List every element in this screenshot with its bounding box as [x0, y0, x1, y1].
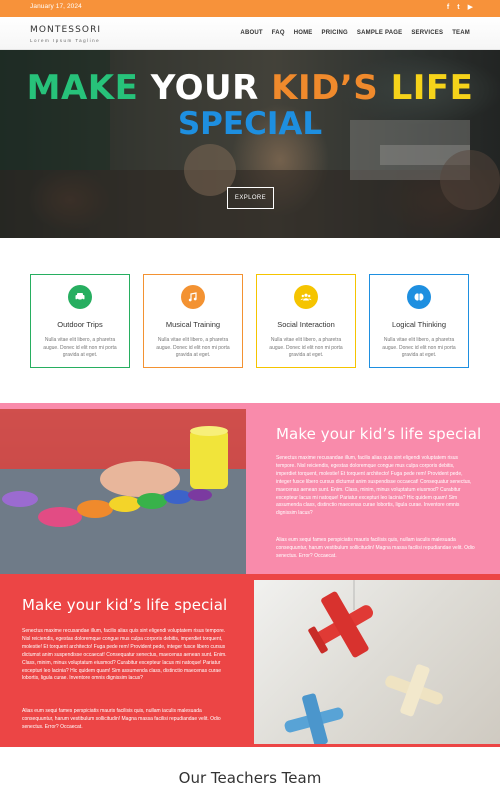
nav-team[interactable]: TEAM [452, 30, 470, 36]
section-paragraph-1: Senectus maxime recusandae illum, facili… [276, 455, 472, 517]
feature-description: Nulla vitae elit libero, a pharetra augu… [382, 337, 456, 358]
feature-title: Musical Training [165, 320, 221, 329]
explore-button[interactable]: EXPLORE [227, 187, 274, 209]
feature-description: Nulla vitae elit libero, a pharetra augu… [43, 337, 117, 358]
playdough-photo [0, 409, 246, 574]
top-bar: January 17, 2024 f t ▶ [0, 0, 500, 17]
nav-faq[interactable]: FAQ [272, 30, 285, 36]
about-section-pink: Make your kid’s life special Senectus ma… [0, 403, 500, 574]
nav-about[interactable]: ABOUT [240, 30, 262, 36]
feature-description: Nulla vitae elit libero, a pharetra augu… [156, 337, 230, 358]
site-header: MONTESSORI Lorem Ipsum Tagline ABOUT FAQ… [0, 17, 500, 50]
hero-heading-line1: MAKE YOUR KID’S LIFE [0, 68, 500, 108]
feature-card-outdoor-trips[interactable]: Outdoor Trips Nulla vitae elit libero, a… [30, 274, 130, 368]
hero-word-make: MAKE [26, 68, 139, 108]
site-logo[interactable]: MONTESSORI Lorem Ipsum Tagline [30, 25, 101, 43]
nav-home[interactable]: HOME [294, 30, 313, 36]
hero-banner: MAKE YOUR KID’S LIFE SPECIAL EXPLORE [0, 50, 500, 238]
teachers-heading: Our Teachers Team [178, 769, 322, 787]
nav-pricing[interactable]: PRICING [322, 30, 348, 36]
nav-sample-page[interactable]: SAMPLE PAGE [357, 30, 402, 36]
feature-card-musical-training[interactable]: Musical Training Nulla vitae elit libero… [143, 274, 243, 368]
playdough-illustration [0, 409, 246, 574]
toy-planes-illustration [284, 580, 443, 744]
feature-title: Social Interaction [277, 320, 335, 329]
about-section-red: Make your kid’s life special Senectus ma… [0, 574, 500, 747]
youtube-icon[interactable]: ▶ [468, 3, 473, 13]
section-paragraph-1: Senectus maxime recusandae illum, facili… [22, 628, 227, 682]
teachers-section: Our Teachers Team [0, 747, 500, 800]
car-icon [68, 285, 92, 309]
hero-word-kids: KID’S [271, 68, 379, 108]
section-paragraph-2: Alias eum sequi fames perspiciatis mauri… [276, 537, 475, 559]
hero-word-life: LIFE [390, 68, 474, 108]
feature-card-social-interaction[interactable]: Social Interaction Nulla vitae elit libe… [256, 274, 356, 368]
brain-icon [407, 285, 431, 309]
section-title: Make your kid’s life special [276, 425, 482, 443]
section-paragraph-2: Alias eum sequi fames perspiciatis mauri… [22, 708, 221, 730]
hero-heading-line2: SPECIAL [177, 106, 323, 142]
group-icon [294, 285, 318, 309]
nav-services[interactable]: SERVICES [411, 30, 443, 36]
feature-description: Nulla vitae elit libero, a pharetra augu… [269, 337, 343, 358]
music-icon [181, 285, 205, 309]
twitter-icon[interactable]: t [457, 3, 459, 13]
features-section: Outdoor Trips Nulla vitae elit libero, a… [0, 238, 500, 403]
feature-title: Logical Thinking [391, 320, 447, 329]
feature-title: Outdoor Trips [57, 320, 103, 329]
toy-planes-photo [254, 580, 500, 744]
facebook-icon[interactable]: f [447, 3, 449, 13]
site-name[interactable]: MONTESSORI [30, 25, 101, 35]
section-title: Make your kid’s life special [22, 596, 228, 614]
social-links: f t ▶ [447, 3, 473, 13]
main-nav: ABOUT FAQ HOME PRICING SAMPLE PAGE SERVI… [240, 30, 470, 36]
current-date: January 17, 2024 [30, 3, 82, 10]
hero-word-your: YOUR [150, 68, 259, 108]
site-tagline: Lorem Ipsum Tagline [30, 38, 101, 43]
feature-card-logical-thinking[interactable]: Logical Thinking Nulla vitae elit libero… [369, 274, 469, 368]
